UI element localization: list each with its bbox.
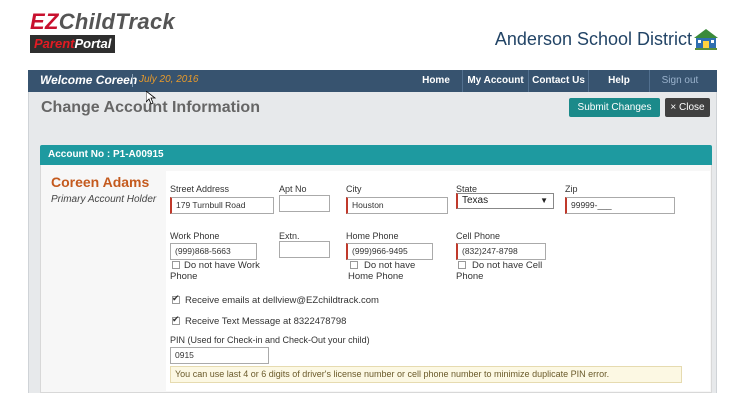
mouse-pointer-icon <box>146 91 156 105</box>
nav-contact-us[interactable]: Contact Us <box>529 70 588 92</box>
no-cell-phone-label: Do not have Cell <box>472 260 543 271</box>
receive-text-label: Receive Text Message at 8322478798 <box>185 316 347 327</box>
work-phone-label: Work Phone <box>170 231 220 241</box>
nav-sign-out[interactable]: Sign out <box>650 70 710 92</box>
work-phone-input[interactable]: (999)868-5663 <box>170 243 257 260</box>
home-phone-label: Home Phone <box>346 231 399 241</box>
account-number-bar: Account No : P1-A00915 <box>40 145 712 165</box>
nav-help[interactable]: Help <box>589 70 649 92</box>
no-home-phone-label-cont: Home Phone <box>348 271 404 282</box>
no-cell-phone-checkbox[interactable] <box>458 261 466 269</box>
pin-hint: You can use last 4 or 6 digits of driver… <box>170 366 682 383</box>
pin-input[interactable]: 0915 <box>170 347 269 364</box>
close-button[interactable]: × Close <box>665 98 710 117</box>
holder-role: Primary Account Holder <box>51 194 157 205</box>
cell-phone-label: Cell Phone <box>456 231 501 241</box>
apt-no-input[interactable] <box>279 195 330 212</box>
welcome-text: Welcome Coreen <box>40 73 138 87</box>
nav-home[interactable]: Home <box>410 70 462 92</box>
home-phone-input[interactable]: (999)966-9495 <box>346 243 433 260</box>
no-work-phone-label: Do not have Work <box>184 260 260 271</box>
nav-my-account[interactable]: My Account <box>463 70 528 92</box>
state-select[interactable]: Texas ▼ <box>456 193 554 209</box>
district-name: Anderson School District <box>494 29 692 49</box>
top-navigation: Welcome Coreen July 20, 2016 Home My Acc… <box>28 70 717 92</box>
no-cell-phone-label-cont: Phone <box>456 271 484 282</box>
receive-emails-checkbox[interactable] <box>172 294 180 304</box>
city-label: City <box>346 184 362 194</box>
pin-label: PIN (Used for Check-in and Check-Out you… <box>170 335 370 345</box>
zip-label: Zip <box>565 184 578 194</box>
street-address-input[interactable]: 179 Turnbull Road <box>170 197 274 214</box>
no-home-phone-label: Do not have <box>364 260 416 271</box>
app-header: EZChildTrack ParentPortal Anderson Schoo… <box>0 0 732 67</box>
extn-input[interactable] <box>279 241 330 258</box>
no-home-phone-checkbox[interactable] <box>350 261 358 269</box>
city-input[interactable]: Houston <box>346 197 448 214</box>
chevron-down-icon: ▼ <box>540 196 548 205</box>
no-work-phone-checkbox[interactable] <box>172 261 180 269</box>
zip-input[interactable]: 99999-___ <box>565 197 675 214</box>
receive-emails-label: Receive emails at dellview@EZchildtrack.… <box>185 295 379 306</box>
current-date: July 20, 2016 <box>139 74 199 85</box>
account-card: Coreen Adams Primary Account Holder Stre… <box>40 165 712 393</box>
apt-label: Apt No <box>279 184 307 194</box>
submit-changes-button[interactable]: Submit Changes <box>569 98 660 117</box>
ezchildtrack-logo[interactable]: EZChildTrack ParentPortal <box>30 10 175 53</box>
welcome-divider <box>132 74 133 87</box>
receive-text-checkbox[interactable] <box>172 315 180 325</box>
street-label: Street Address <box>170 184 230 194</box>
extn-label: Extn. <box>279 231 300 241</box>
cell-phone-input[interactable]: (832)247-8798 <box>456 243 546 260</box>
account-form: Street Address 179 Turnbull Road Apt No … <box>166 171 710 391</box>
holder-name: Coreen Adams <box>51 174 150 190</box>
main-content: Change Account Information Submit Change… <box>28 92 717 393</box>
logo-title: EZChildTrack <box>30 9 176 34</box>
no-work-phone-label-cont: Phone <box>170 271 198 282</box>
parent-portal-badge: ParentPortal <box>30 35 116 53</box>
state-selected-value: Texas <box>462 195 489 206</box>
school-house-icon <box>694 29 718 50</box>
